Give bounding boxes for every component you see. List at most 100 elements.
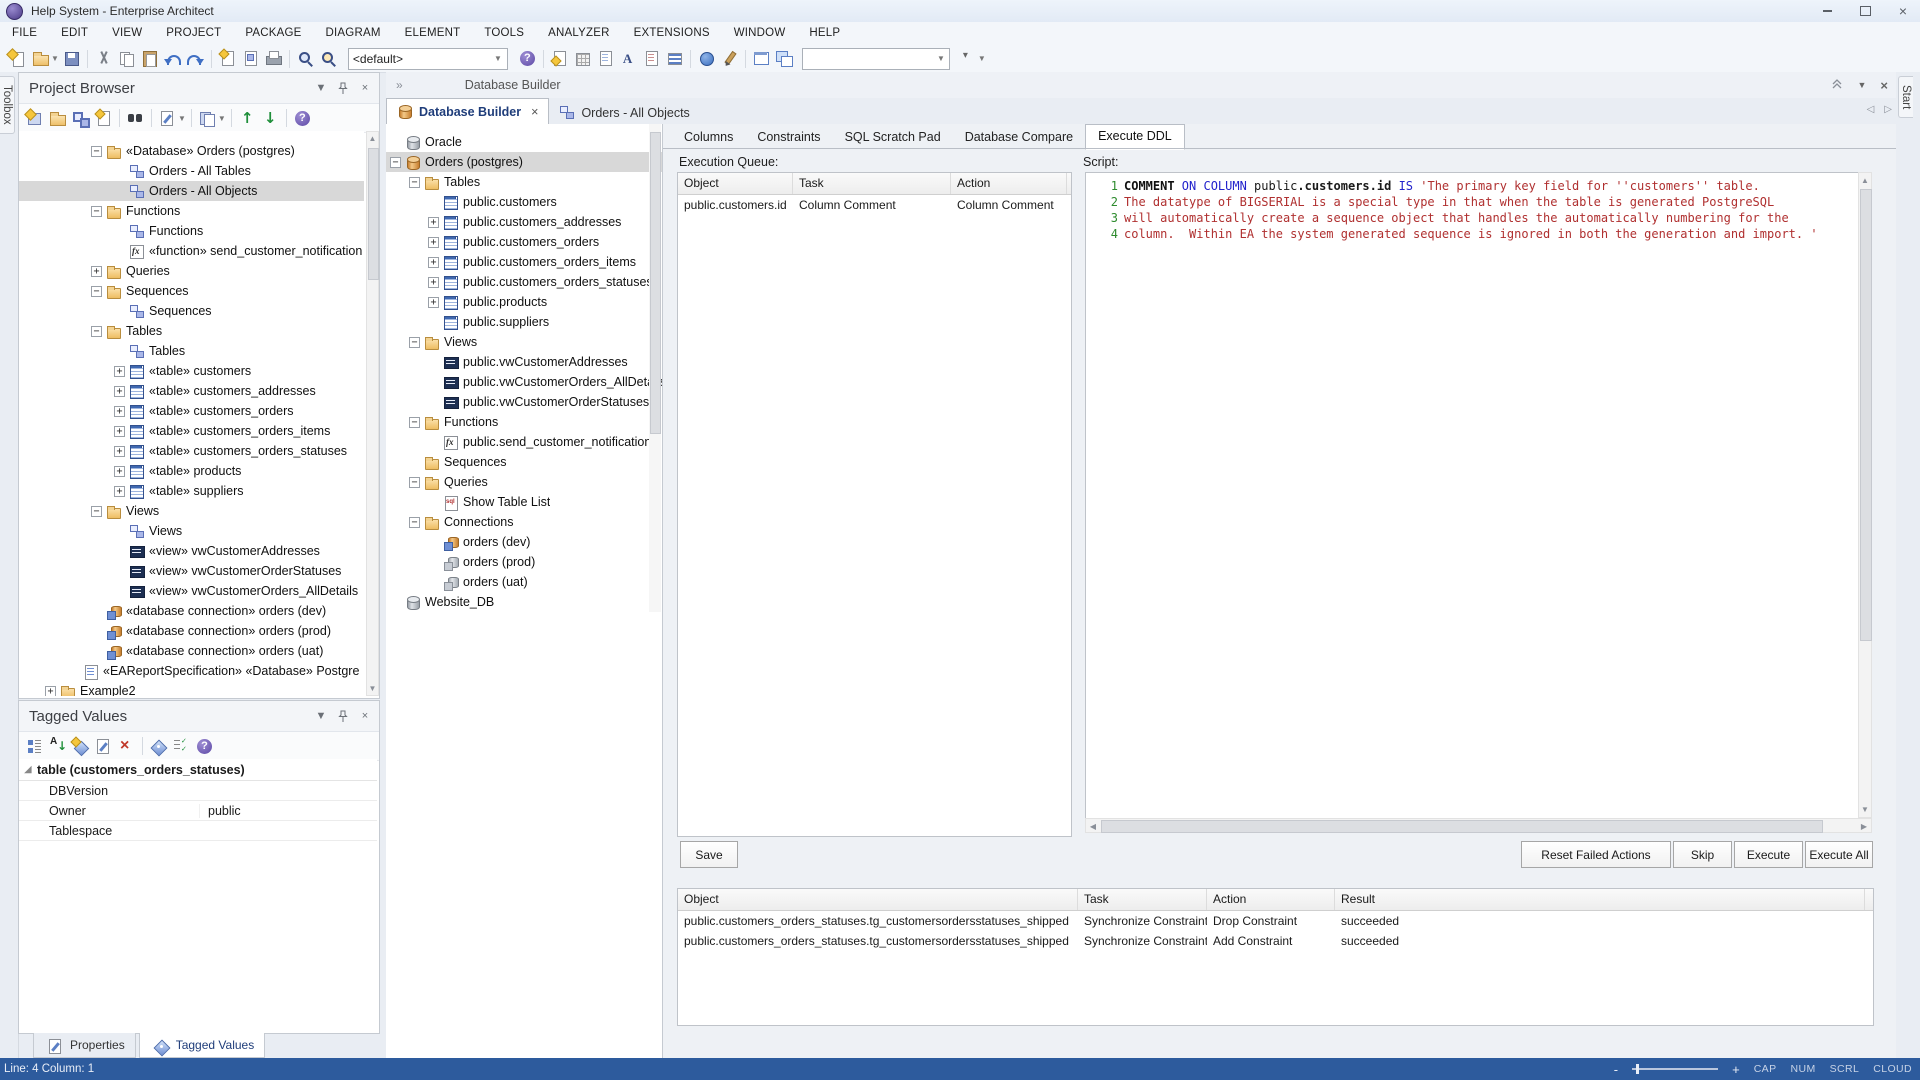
tab-constraints[interactable]: Constraints (745, 126, 832, 150)
doc-tab-database-builder[interactable]: Database Builder× (386, 98, 549, 125)
chevron-down-icon[interactable]: ▼ (1857, 80, 1866, 90)
tab-execute-ddl[interactable]: Execute DDL (1085, 124, 1185, 150)
menu-diagram[interactable]: DIAGRAM (314, 22, 393, 45)
delete-icon[interactable] (117, 737, 136, 756)
zoom-in-button[interactable]: + (1732, 1062, 1740, 1077)
pin-icon[interactable] (335, 80, 351, 96)
tree-item[interactable]: orders (dev) (386, 532, 662, 552)
scroll-tabs-right-icon[interactable]: ▷ (1884, 104, 1892, 115)
tag-icon[interactable] (149, 737, 168, 756)
help-icon[interactable] (195, 737, 214, 756)
close-icon[interactable]: × (1880, 78, 1888, 93)
builder-tree-scrollbar[interactable] (649, 124, 661, 612)
expand-icon[interactable]: + (428, 217, 439, 228)
doc-tab-orders---all-objects[interactable]: Orders - All Objects (549, 100, 699, 125)
collapse-icon[interactable]: − (409, 477, 420, 488)
tree-item[interactable]: Sequences (19, 301, 364, 321)
collapse-icon[interactable]: − (409, 417, 420, 428)
chevron-down-icon[interactable]: ▼ (218, 114, 226, 123)
collapse-icon[interactable]: − (409, 517, 420, 528)
zoom-out-button[interactable]: - (1614, 1062, 1618, 1077)
expand-icon[interactable]: + (114, 386, 125, 397)
copy-icon[interactable] (117, 49, 136, 68)
open-icon[interactable] (31, 49, 50, 68)
execute-button[interactable]: Execute (1734, 841, 1803, 868)
menu-package[interactable]: PACKAGE (233, 22, 313, 45)
start-edge-tab[interactable]: Start (1898, 76, 1913, 118)
tree-item[interactable]: −Connections (386, 512, 662, 532)
tagged-values-group-row[interactable]: ◢ table (customers_orders_statuses) (19, 759, 377, 781)
tree-item[interactable]: Orders - All Tables (19, 161, 364, 181)
tree-item[interactable]: −Orders (postgres) (386, 152, 662, 172)
collapse-icon[interactable]: − (91, 146, 102, 157)
tree-item[interactable]: «view» vwCustomerOrderStatuses (19, 561, 364, 581)
tree-item[interactable]: +«table» customers (19, 361, 364, 381)
new-diagram-icon[interactable] (94, 109, 113, 128)
chevron-down-icon[interactable]: ▼ (978, 54, 986, 63)
tree-item[interactable]: −Functions (386, 412, 662, 432)
expand-icon[interactable]: + (114, 446, 125, 457)
pencil-icon[interactable] (720, 49, 739, 68)
expand-icon[interactable]: + (114, 426, 125, 437)
tree-item[interactable]: +public.customers_orders (386, 232, 662, 252)
tree-item[interactable]: +Example2 (19, 681, 364, 696)
new-model-icon[interactable] (25, 109, 44, 128)
tab-columns[interactable]: Columns (672, 126, 745, 150)
tree-item[interactable]: Orders - All Objects (19, 181, 364, 201)
tag-value[interactable]: public (199, 804, 377, 818)
matrix-icon[interactable] (573, 49, 592, 68)
frame-icon[interactable] (752, 49, 771, 68)
execute-all-button[interactable]: Execute All (1805, 841, 1873, 868)
script-editor[interactable]: 1COMMENT ON COLUMN public.customers.id I… (1085, 172, 1860, 825)
zoom-slider[interactable] (1632, 1068, 1718, 1070)
windows-icon[interactable] (775, 49, 794, 68)
collapse-icon[interactable]: − (409, 337, 420, 348)
collapse-icon[interactable]: − (91, 506, 102, 517)
tree-item[interactable]: −Sequences (19, 281, 364, 301)
save-button[interactable]: Save (680, 841, 738, 868)
expand-icon[interactable]: + (428, 257, 439, 268)
panel-tab-properties[interactable]: Properties (33, 1033, 136, 1058)
close-tab-icon[interactable]: × (531, 105, 538, 119)
menu-extensions[interactable]: EXTENSIONS (622, 22, 722, 45)
tree-item[interactable]: «EAReportSpecification» «Database» Postg… (19, 661, 364, 681)
expand-icon[interactable]: + (114, 486, 125, 497)
tree-item[interactable]: +«table» customers_addresses (19, 381, 364, 401)
tree-item[interactable]: «database connection» orders (prod) (19, 621, 364, 641)
www-icon[interactable] (697, 49, 716, 68)
profile-icon[interactable] (550, 49, 569, 68)
expand-arrows-icon[interactable]: » (396, 78, 403, 92)
collapse-triangle-icon[interactable]: ◢ (19, 764, 37, 775)
menu-edit[interactable]: EDIT (49, 22, 100, 45)
close-icon[interactable]: × (357, 708, 373, 724)
tree-item[interactable]: public.suppliers (386, 312, 662, 332)
collapse-icon[interactable]: − (390, 157, 401, 168)
tree-item[interactable]: orders (uat) (386, 572, 662, 592)
expand-icon[interactable]: + (428, 277, 439, 288)
table-row[interactable]: public.customers_orders_statuses.tg_cust… (678, 911, 1873, 931)
grouped-icon[interactable] (25, 737, 44, 756)
tree-item[interactable]: −Views (386, 332, 662, 352)
expand-icon[interactable]: + (45, 686, 56, 697)
collapse-pane-icon[interactable] (1831, 78, 1843, 93)
new-diagram-icon[interactable] (218, 49, 237, 68)
diagram2-icon[interactable] (71, 109, 90, 128)
tree-item[interactable]: Oracle (386, 132, 662, 152)
default-style-dropdown[interactable]: <default> ▼ (348, 48, 508, 70)
collapse-icon[interactable]: − (91, 206, 102, 217)
maximize-button[interactable] (1854, 3, 1876, 19)
tree-item[interactable]: Tables (19, 341, 364, 361)
tree-item[interactable]: −Tables (386, 172, 662, 192)
tree-item[interactable]: public.send_customer_notification (386, 432, 662, 452)
tree-item[interactable]: +Queries (19, 261, 364, 281)
tab-sql-scratch-pad[interactable]: SQL Scratch Pad (833, 126, 953, 150)
tab-database-compare[interactable]: Database Compare (953, 126, 1085, 150)
binoculars-icon[interactable] (126, 109, 145, 128)
chevron-down-icon[interactable]: ▼ (313, 708, 329, 724)
tree-item[interactable]: orders (prod) (386, 552, 662, 572)
zoom-slider-thumb[interactable] (1636, 1064, 1639, 1074)
table-row[interactable]: public.customers.idColumn CommentColumn … (678, 195, 1071, 215)
menu-analyzer[interactable]: ANALYZER (536, 22, 621, 45)
tree-item[interactable]: Website_DB (386, 592, 662, 612)
more-icon[interactable] (958, 49, 977, 68)
